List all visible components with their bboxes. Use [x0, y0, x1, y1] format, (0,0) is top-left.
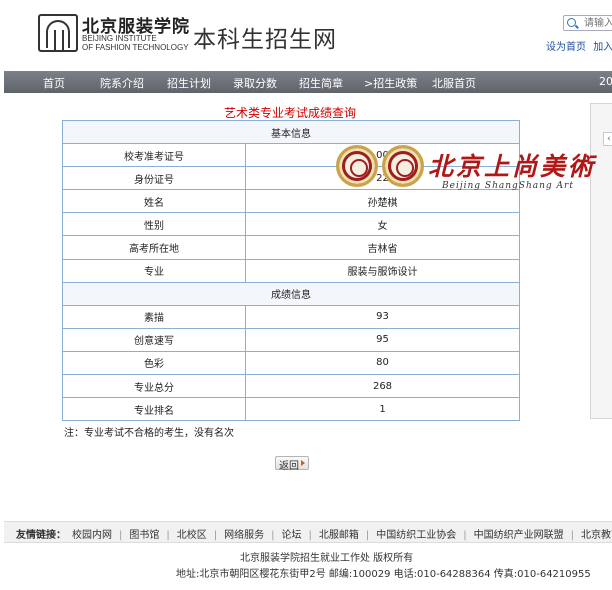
link-campus-intranet[interactable]: 校园内网 [72, 530, 112, 541]
arrow-right-icon [301, 460, 305, 466]
row-label: 素描 [62, 304, 246, 329]
watermark: 北京上尚美術 Beijing ShangShang Art [336, 143, 612, 195]
site-title: 本科生招生网 [193, 27, 337, 53]
add-favorite-link[interactable]: 加入 [593, 42, 612, 53]
row-value: 95 [245, 327, 520, 352]
back-button-label: 返回 [279, 461, 299, 472]
link-textile-association[interactable]: 中国纺织工业协会 [376, 530, 456, 541]
footer-address: 地址:北京市朝阳区樱花东街甲2号 邮编:100029 电话:010-642883… [176, 569, 591, 580]
friendly-links-label: 友情链接： [16, 530, 66, 541]
nav-item-admission-policy[interactable]: >招生政策 [364, 75, 417, 91]
row-value: 女 [245, 212, 520, 237]
seal-icon [336, 145, 378, 187]
watermark-text-cn: 北京上尚美術 [428, 152, 597, 181]
row-label: 校考准考证号 [62, 143, 246, 168]
link-north-campus[interactable]: 北校区 [177, 530, 207, 541]
link-network-services[interactable]: 网络服务 [224, 530, 264, 541]
row-value: 93 [245, 304, 520, 329]
table-row: 专业 服装与服饰设计 [62, 258, 520, 283]
friendly-links: 校园内网 | 图书馆 | 北校区 | 网络服务 | 论坛 | 北服邮箱 | 中国纺织工业协会 | 中国纺织产… [72, 526, 612, 541]
row-value: 吉林省 [245, 235, 520, 260]
table-row: 色彩 80 [62, 350, 520, 376]
section-header-scores: 成绩信息 [62, 281, 520, 306]
row-label: 姓名 [62, 189, 246, 214]
page-title: 艺术类专业考试成绩查询 [223, 106, 356, 120]
row-label: 创意速写 [62, 327, 246, 352]
link-bift-mail[interactable]: 北服邮箱 [319, 530, 359, 541]
back-button[interactable]: 返回 [275, 456, 309, 472]
row-value: 80 [245, 350, 520, 376]
row-label: 专业总分 [62, 374, 246, 399]
row-label: 专业 [62, 258, 246, 283]
row-label: 身份证号 [62, 166, 246, 191]
school-name-en: BEIJING INSTITUTE OF FASHION TECHNOLOGY [82, 34, 189, 52]
link-textile-network[interactable]: 中国纺织产业网联盟 [474, 530, 564, 541]
table-row: 成绩信息 [62, 281, 520, 306]
table-row: 基本信息 [62, 119, 520, 145]
link-library[interactable]: 图书馆 [129, 530, 159, 541]
seal-icon [382, 145, 424, 187]
set-homepage-link[interactable]: 设为首页 [546, 42, 586, 53]
row-value: 268 [245, 374, 520, 399]
school-logo-icon[interactable] [38, 14, 78, 52]
nav-item-home[interactable]: 首页 [43, 75, 65, 91]
search-icon[interactable] [567, 18, 576, 27]
nav-item-departments[interactable]: 院系介绍 [100, 75, 144, 91]
table-row: 高考所在地 吉林省 [62, 235, 520, 260]
top-links: 设为首页 加入 [546, 38, 612, 53]
link-forum[interactable]: 论坛 [282, 530, 302, 541]
link-beijing-exam[interactable]: 北京教育考试 [581, 530, 612, 541]
search-input[interactable] [584, 17, 612, 29]
row-label: 专业排名 [62, 397, 246, 422]
main-nav: 首页 院系介绍 招生计划 录取分数 招生简章 >招生政策 北服首页 201 [4, 71, 612, 93]
table-row: 性别 女 [62, 212, 520, 237]
nav-item-admission-guide[interactable]: 招生简章 [299, 75, 343, 91]
table-row: 专业总分 268 [62, 374, 520, 399]
nav-item-admission-scores[interactable]: 录取分数 [233, 75, 277, 91]
row-value: 1 [245, 397, 520, 422]
row-label: 高考所在地 [62, 235, 246, 260]
row-label: 性别 [62, 212, 246, 237]
section-header-basic: 基本信息 [62, 119, 520, 145]
row-label: 色彩 [62, 350, 246, 376]
nav-item-bift-home[interactable]: 北服首页 [432, 75, 476, 91]
table-row: 创意速写 95 [62, 327, 520, 352]
footer-copyright: 北京服装学院招生就业工作处 版权所有 [240, 553, 414, 564]
watermark-text-en: Beijing ShangShang Art [442, 181, 574, 191]
nav-year: 201 [599, 75, 612, 88]
table-row: 素描 93 [62, 304, 520, 329]
nav-item-enrollment-plan[interactable]: 招生计划 [167, 75, 211, 91]
row-value: 服装与服饰设计 [245, 258, 520, 283]
site-header: 北京服装学院 BEIJING INSTITUTE OF FASHION TECH… [0, 0, 612, 70]
ranking-note: 注：专业考试不合格的考生，没有名次 [64, 428, 234, 439]
friendly-links-bar: 友情链接： 校园内网 | 图书馆 | 北校区 | 网络服务 | 论坛 | 北服邮箱 | 中国纺织工业协会… [4, 521, 612, 543]
table-row: 专业排名 1 [62, 397, 520, 422]
search-box[interactable] [563, 15, 612, 31]
